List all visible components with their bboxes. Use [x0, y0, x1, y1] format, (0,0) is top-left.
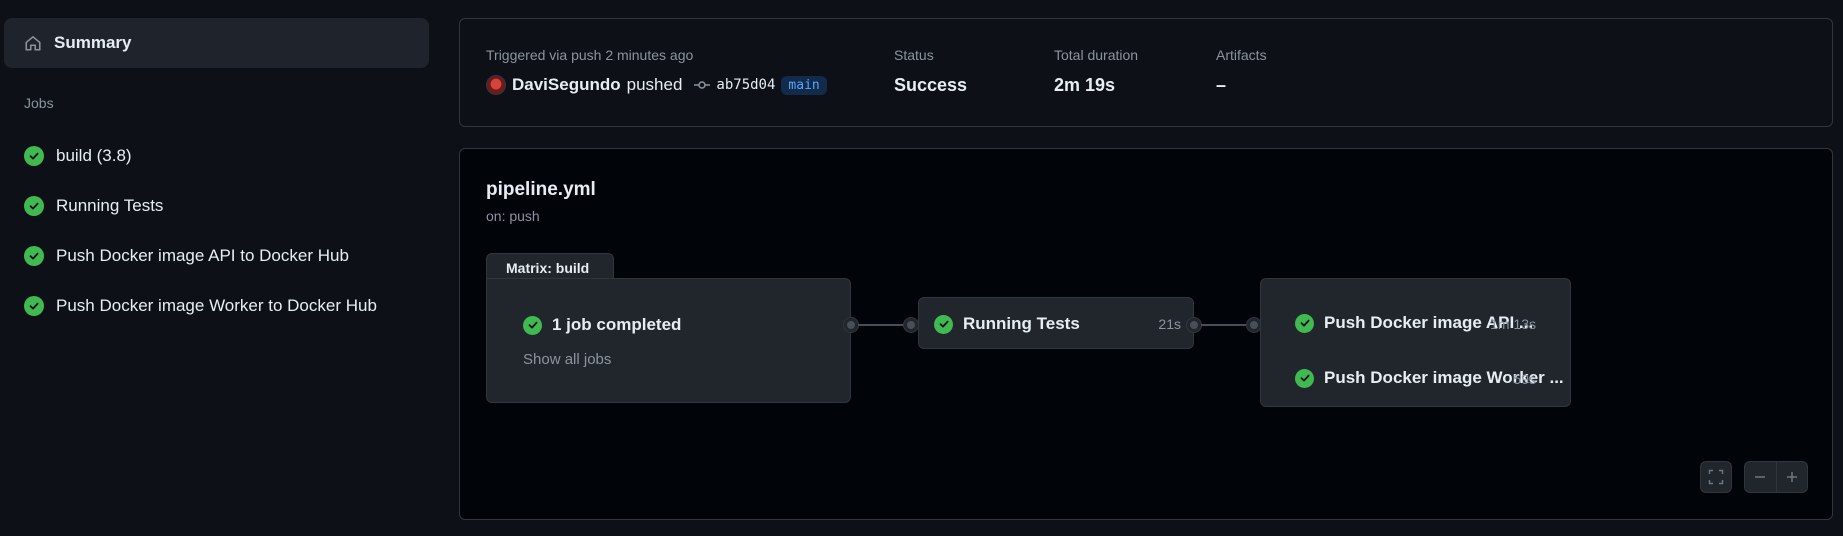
sidebar-item-job-running-tests[interactable]: Running Tests: [4, 186, 429, 226]
sidebar-item-job-push-worker[interactable]: Push Docker image Worker to Docker Hub: [4, 286, 429, 326]
user-link[interactable]: DaviSegundo: [512, 75, 621, 95]
check-circle-icon: [523, 315, 542, 335]
check-circle-icon: [934, 314, 953, 334]
tests-output-node: [1187, 318, 1201, 332]
check-circle-icon: [24, 196, 44, 216]
duration-value: 2m 19s: [1054, 75, 1116, 95]
git-commit-icon: [694, 77, 711, 93]
matrix-group-build: 1 job completed Show all jobs: [486, 278, 851, 403]
matrix-output-node: [844, 318, 858, 332]
duration-section: Total duration 2m 19s: [1054, 47, 1138, 96]
status-value: Success: [894, 75, 968, 95]
duration-label: Total duration: [1054, 47, 1139, 63]
sidebar-item-summary[interactable]: Summary: [4, 18, 429, 68]
sidebar-item-label: Push Docker image API to Docker Hub: [56, 246, 349, 265]
matrix-summary-row[interactable]: 1 job completed: [523, 315, 681, 335]
job-row[interactable]: Running Tests: [934, 314, 1080, 334]
avatar[interactable]: [486, 75, 506, 95]
commit-sha-link[interactable]: ab75d04: [716, 77, 775, 93]
artifacts-value: –: [1216, 75, 1227, 95]
plus-icon: [1785, 470, 1799, 484]
job-duration: 59s: [1513, 371, 1536, 387]
jobs-heading: Jobs: [24, 95, 54, 111]
sidebar-item-job-push-api[interactable]: Push Docker image API to Docker Hub: [4, 236, 429, 276]
run-summary-card: Triggered via push 2 minutes ago DaviSeg…: [459, 18, 1833, 127]
deploy-input-node: [1247, 318, 1261, 332]
show-all-jobs-link[interactable]: Show all jobs: [523, 351, 611, 368]
sidebar: Summary Jobs build (3.8) Running Tests P…: [0, 0, 435, 536]
zoom-out-button[interactable]: [1745, 462, 1776, 492]
job-group-deploy: Push Docker image API ... 1m 13s Push Do…: [1260, 278, 1571, 407]
job-name: Running Tests: [963, 314, 1080, 333]
workflow-trigger: on: push: [486, 208, 540, 224]
check-circle-icon: [1295, 368, 1314, 388]
trigger-section: Triggered via push 2 minutes ago DaviSeg…: [486, 47, 827, 97]
job-card-running-tests[interactable]: Running Tests 21s: [918, 297, 1194, 349]
artifacts-section: Artifacts –: [1216, 47, 1267, 96]
check-circle-icon: [1295, 313, 1314, 333]
trigger-label: Triggered via push 2 minutes ago: [486, 47, 694, 63]
branch-badge[interactable]: main: [781, 75, 827, 95]
tests-input-node: [904, 318, 918, 332]
workflow-graph-card: pipeline.yml on: push Matrix: build 1 jo…: [459, 148, 1833, 520]
check-circle-icon: [24, 146, 44, 166]
sidebar-item-label: Push Docker image Worker to Docker Hub: [56, 296, 377, 315]
status-label: Status: [894, 47, 934, 63]
workflow-name: pipeline.yml: [486, 179, 596, 200]
matrix-tab-label: Matrix: build: [486, 253, 614, 281]
connector-line: [858, 324, 904, 326]
sidebar-item-label: Running Tests: [56, 196, 164, 215]
minus-icon: [1753, 470, 1767, 484]
home-icon: [24, 34, 42, 52]
action-text: pushed: [626, 75, 683, 94]
fullscreen-icon: [1708, 469, 1724, 485]
connector-line: [1201, 324, 1247, 326]
zoom-controls: [1744, 461, 1808, 493]
status-section: Status Success: [894, 47, 967, 96]
job-duration: 21s: [1158, 316, 1181, 332]
sidebar-item-label: build (3.8): [56, 146, 132, 165]
matrix-summary-text: 1 job completed: [552, 315, 682, 334]
check-circle-icon: [24, 246, 44, 266]
sidebar-item-job-build[interactable]: build (3.8): [4, 136, 429, 176]
job-duration: 1m 13s: [1490, 316, 1536, 332]
check-circle-icon: [24, 296, 44, 316]
fullscreen-button[interactable]: [1700, 461, 1732, 493]
artifacts-label: Artifacts: [1216, 47, 1267, 63]
zoom-in-button[interactable]: [1775, 462, 1808, 492]
sidebar-item-label: Summary: [54, 33, 132, 52]
